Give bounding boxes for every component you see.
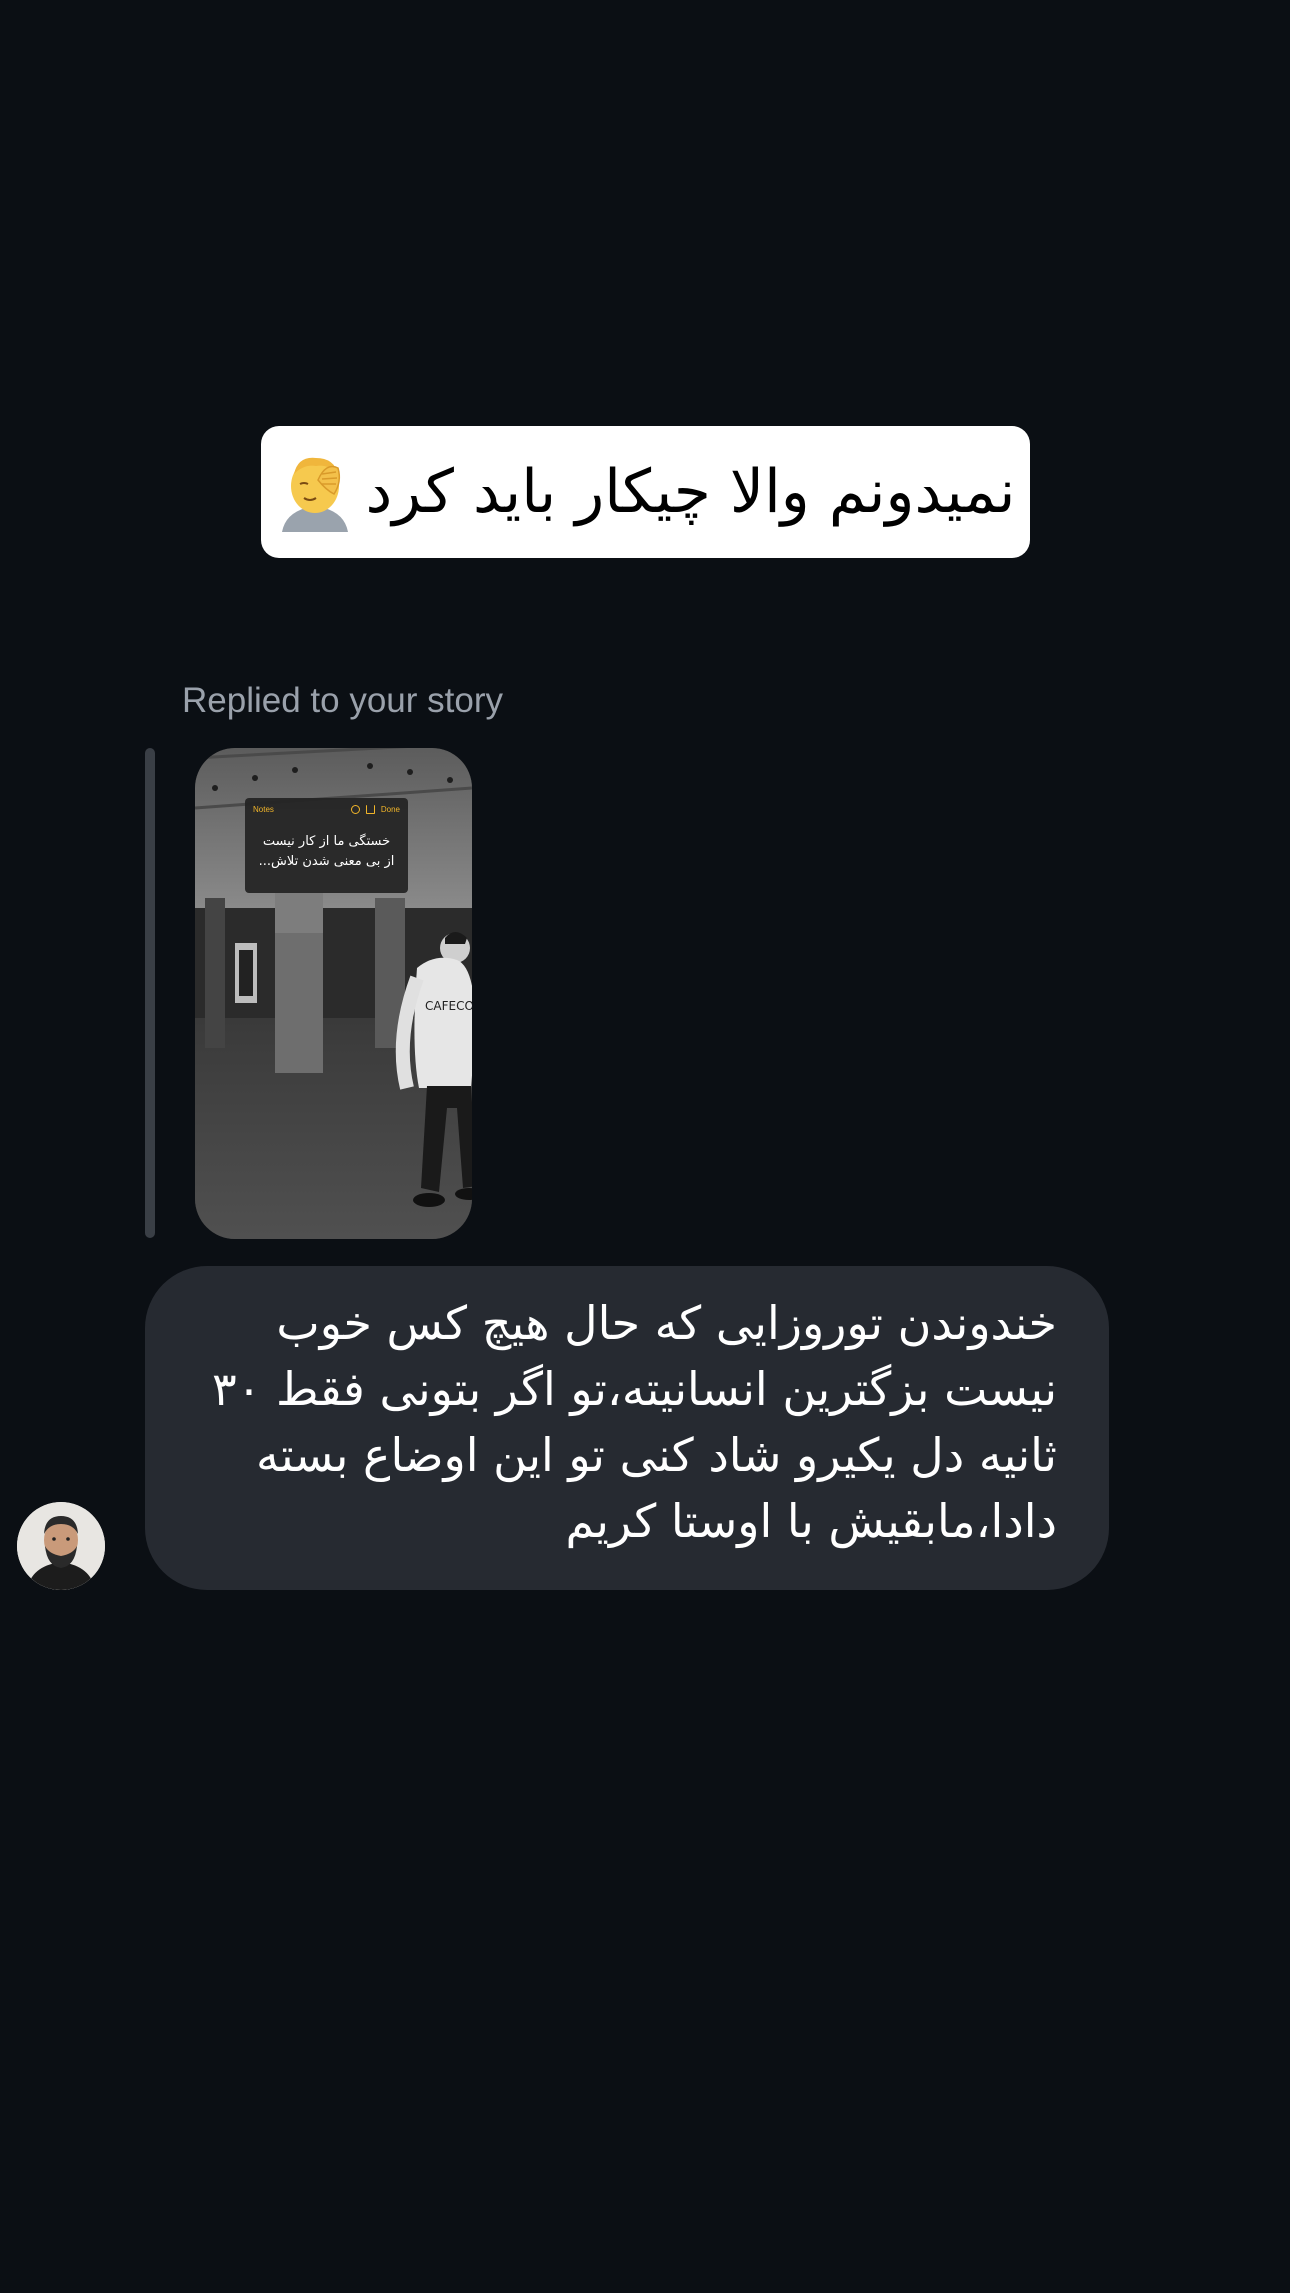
story-caption: نمیدونم والا چیکار باید کرد — [261, 426, 1030, 558]
notes-toolbar: Notes Done — [245, 798, 408, 820]
caption-text: نمیدونم والا چیکار باید کرد — [365, 457, 1016, 527]
sweatshirt-print: CAFECODE — [425, 999, 472, 1013]
message-text: خندوندن توروزایی که حال هیچ کس خوب نیست … — [211, 1296, 1057, 1548]
notes-done-label: Done — [380, 804, 400, 814]
story-thumbnail[interactable]: CAFECODE Notes Done خستگی ما از کار نیست… — [195, 748, 472, 1239]
message-bubble[interactable]: خندوندن توروزایی که حال هیچ کس خوب نیست … — [145, 1266, 1109, 1590]
sender-avatar[interactable] — [17, 1502, 105, 1590]
user-avatar-icon — [17, 1502, 105, 1590]
reply-quote-bar — [145, 748, 155, 1238]
notes-overlay: Notes Done خستگی ما از کار نیست از بی مع… — [245, 798, 408, 893]
share-icon — [365, 804, 375, 814]
notes-back-label: Notes — [253, 804, 274, 814]
face-palm-emoji-icon — [276, 452, 354, 532]
notes-text: خستگی ما از کار نیست از بی معنی شدن تلاش… — [258, 834, 395, 869]
replied-to-story-label: Replied to your story — [182, 681, 503, 720]
more-icon — [350, 804, 360, 814]
